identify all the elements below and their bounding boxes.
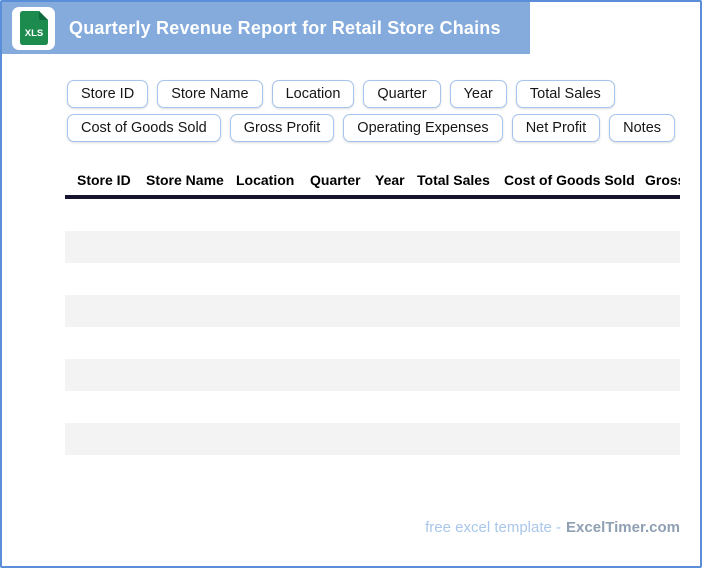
table-row — [65, 327, 680, 359]
xls-file-icon: XLS — [12, 6, 55, 50]
table-row — [65, 231, 680, 263]
spreadsheet-preview-table: Store ID Store Name Location Quarter Year Tot… — [65, 165, 680, 487]
chip-notes[interactable]: Notes — [609, 114, 676, 142]
column-header-store-name: Store Name — [146, 172, 224, 188]
table-row — [65, 423, 680, 455]
footer: free excel template - ExcelTimer.com — [425, 519, 680, 536]
column-header-total-sales: Total Sales — [417, 172, 490, 188]
footer-text: free excel template - — [425, 519, 562, 536]
chip-year[interactable]: Year — [449, 80, 507, 108]
table-row — [65, 455, 680, 487]
title-bar: XLS Quarterly Revenue Report for Retail … — [2, 2, 530, 54]
excel-file-glyph: XLS — [19, 11, 48, 45]
chip-location[interactable]: Location — [271, 80, 355, 108]
table-header-row: Store ID Store Name Location Quarter Year Tot… — [65, 165, 680, 195]
chip-store-name[interactable]: Store Name — [157, 80, 263, 108]
table-row — [65, 263, 680, 295]
chip-operating-expenses[interactable]: Operating Expenses — [343, 114, 503, 142]
footer-brand-link[interactable]: ExcelTimer.com — [566, 519, 680, 536]
table-row — [65, 199, 680, 231]
chip-gross-profit[interactable]: Gross Profit — [229, 114, 335, 142]
table-body — [65, 199, 680, 487]
table-row — [65, 359, 680, 391]
table-row — [65, 295, 680, 327]
chip-quarter[interactable]: Quarter — [363, 80, 441, 108]
column-header-gross-profit: Gross Profit — [645, 172, 680, 188]
chip-total-sales[interactable]: Total Sales — [515, 80, 615, 108]
chip-cost-of-goods-sold[interactable]: Cost of Goods Sold — [67, 114, 221, 142]
field-chip-row-2: Cost of Goods Sold Gross Profit Operating … — [67, 114, 676, 142]
column-header-cost-of-goods-sold: Cost of Goods Sold — [504, 172, 635, 188]
template-preview-page: XLS Quarterly Revenue Report for Retail … — [0, 0, 702, 568]
file-badge-label: XLS — [24, 28, 42, 39]
column-header-quarter: Quarter — [310, 172, 361, 188]
table-row — [65, 391, 680, 423]
chip-net-profit[interactable]: Net Profit — [511, 114, 601, 142]
column-header-year: Year — [375, 172, 405, 188]
column-header-location: Location — [236, 172, 295, 188]
chip-store-id[interactable]: Store ID — [67, 80, 149, 108]
field-chip-row-1: Store ID Store Name Location Quarter Year Tot… — [67, 80, 615, 108]
column-header-store-id: Store ID — [77, 172, 131, 188]
page-title: Quarterly Revenue Report for Retail Stor… — [69, 17, 501, 38]
